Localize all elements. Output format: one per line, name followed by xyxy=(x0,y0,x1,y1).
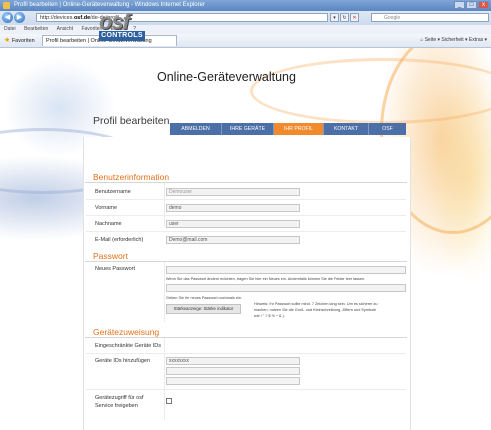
service-access-label-2: Service freigeben xyxy=(95,403,138,409)
maximize-button[interactable]: □ xyxy=(466,1,477,9)
service-access-label-1: Gerätezugriff für osf xyxy=(95,395,144,401)
nav-abmelden[interactable]: ABMELDEN xyxy=(170,123,222,135)
star-icon: ★ xyxy=(4,37,11,44)
section-title-benutzer: Benutzerinformation xyxy=(93,172,170,182)
firstname-label: Vorname xyxy=(95,205,118,211)
new-password-label: Neues Passwort xyxy=(95,266,136,272)
row-divider xyxy=(86,231,406,232)
menu-file[interactable]: Datei xyxy=(4,26,16,32)
lastname-label: Nachname xyxy=(95,221,122,227)
menu-bar: Datei Bearbeiten Ansicht Favoriten Extra… xyxy=(0,25,491,34)
column-divider xyxy=(164,183,165,227)
password-hint: Wenn Sie das Passwort ändern möchten, tr… xyxy=(166,277,366,281)
lastname-field[interactable]: user xyxy=(166,220,300,228)
section-title-passwort: Passwort xyxy=(93,251,128,261)
column-divider xyxy=(164,338,165,420)
address-dropdown-button[interactable]: ▾ xyxy=(330,13,339,22)
row-divider xyxy=(86,215,406,216)
column-divider xyxy=(164,262,165,322)
username-field[interactable]: Demouser xyxy=(166,188,300,196)
add-id-field-1[interactable]: xxxxxxxx xyxy=(166,357,300,365)
url-field[interactable]: http://devices.osf.de/de-de/profil xyxy=(36,13,328,22)
strength-note-line-3: wie ! " ? $ % ^ & ). xyxy=(254,314,285,318)
refresh-button[interactable]: ↻ xyxy=(340,13,349,22)
logo-subtitle: CONTROLS xyxy=(99,31,145,41)
app-title: Online-Geräteverwaltung xyxy=(157,70,296,84)
section-title-geraete: Gerätezuweisung xyxy=(93,327,160,337)
menu-view[interactable]: Ansicht xyxy=(57,26,73,32)
username-label: Benutzername xyxy=(95,189,131,195)
close-button[interactable]: x xyxy=(478,1,489,9)
add-ids-label: Geräte IDs hinzufügen xyxy=(95,358,151,364)
strength-indicator: Stärkeanzeige: Stärke indikator xyxy=(166,304,241,314)
minimize-button[interactable]: _ xyxy=(454,1,465,9)
strength-note-line-1: Hinweis: Ihr Passwort sollte mind. 7 Zei… xyxy=(254,302,378,306)
nav-osf[interactable]: OSF xyxy=(369,123,406,135)
section-divider xyxy=(85,337,407,338)
page-title: Profil bearbeiten xyxy=(93,115,170,127)
row-divider xyxy=(86,199,406,200)
window-titlebar: Profil bearbeiten | Online-Geräteverwalt… xyxy=(0,0,491,11)
back-button[interactable]: ◀ xyxy=(2,12,13,23)
osf-logo[interactable]: osf CONTROLS xyxy=(99,11,146,41)
command-bar[interactable]: ⌂ Seite ▾ Sicherheit ▾ Extras ▾ xyxy=(420,34,487,47)
email-field[interactable]: Demo@mail.com xyxy=(166,236,300,244)
nav-ihre-geraete[interactable]: IHRE GERÄTE xyxy=(222,123,274,135)
main-nav: ABMELDEN IHRE GERÄTE IHR PROFIL KONTAKT … xyxy=(170,123,406,135)
new-password-field[interactable] xyxy=(166,266,406,274)
home-icon[interactable]: ⌂ xyxy=(420,37,423,43)
add-id-field-3[interactable] xyxy=(166,377,300,385)
service-access-checkbox[interactable] xyxy=(166,398,172,404)
section-divider xyxy=(85,182,407,183)
logo-text: osf xyxy=(99,9,130,34)
favorites-button[interactable]: ★ Favoriten xyxy=(4,34,35,48)
address-bar: ◀ ▶ http://devices.osf.de/de-de/profil ▾… xyxy=(0,11,491,26)
nav-ihr-profil[interactable]: IHR PROFIL xyxy=(274,123,324,135)
search-input[interactable]: Google xyxy=(371,13,489,22)
forward-button[interactable]: ▶ xyxy=(14,12,25,23)
section-divider xyxy=(85,261,407,262)
nav-kontakt[interactable]: KONTAKT xyxy=(324,123,369,135)
email-label: E-Mail (erforderlich) xyxy=(95,237,144,243)
firstname-field[interactable]: demo xyxy=(166,204,300,212)
stop-button[interactable]: ✕ xyxy=(350,13,359,22)
password-repeat-hint: Geben Sie Ihr neues Passwort nochmals ei… xyxy=(166,296,242,300)
browser-icon xyxy=(3,2,10,9)
row-divider xyxy=(86,389,406,390)
row-divider xyxy=(86,353,406,354)
add-id-field-2[interactable] xyxy=(166,367,300,375)
tools-menu[interactable]: Seite ▾ Sicherheit ▾ Extras ▾ xyxy=(425,37,487,43)
menu-edit[interactable]: Bearbeiten xyxy=(24,26,48,32)
password-repeat-field[interactable] xyxy=(166,284,406,292)
assigned-ids-label: Eingeschränkte Geräte IDs xyxy=(95,343,162,349)
background-swoosh xyxy=(250,58,491,124)
favorites-bar: ★ Favoriten Profil bearbeiten | Online-G… xyxy=(0,34,491,48)
strength-note-line-2: machen, nutzen Sie die Groß- und Kleinsc… xyxy=(254,308,377,312)
